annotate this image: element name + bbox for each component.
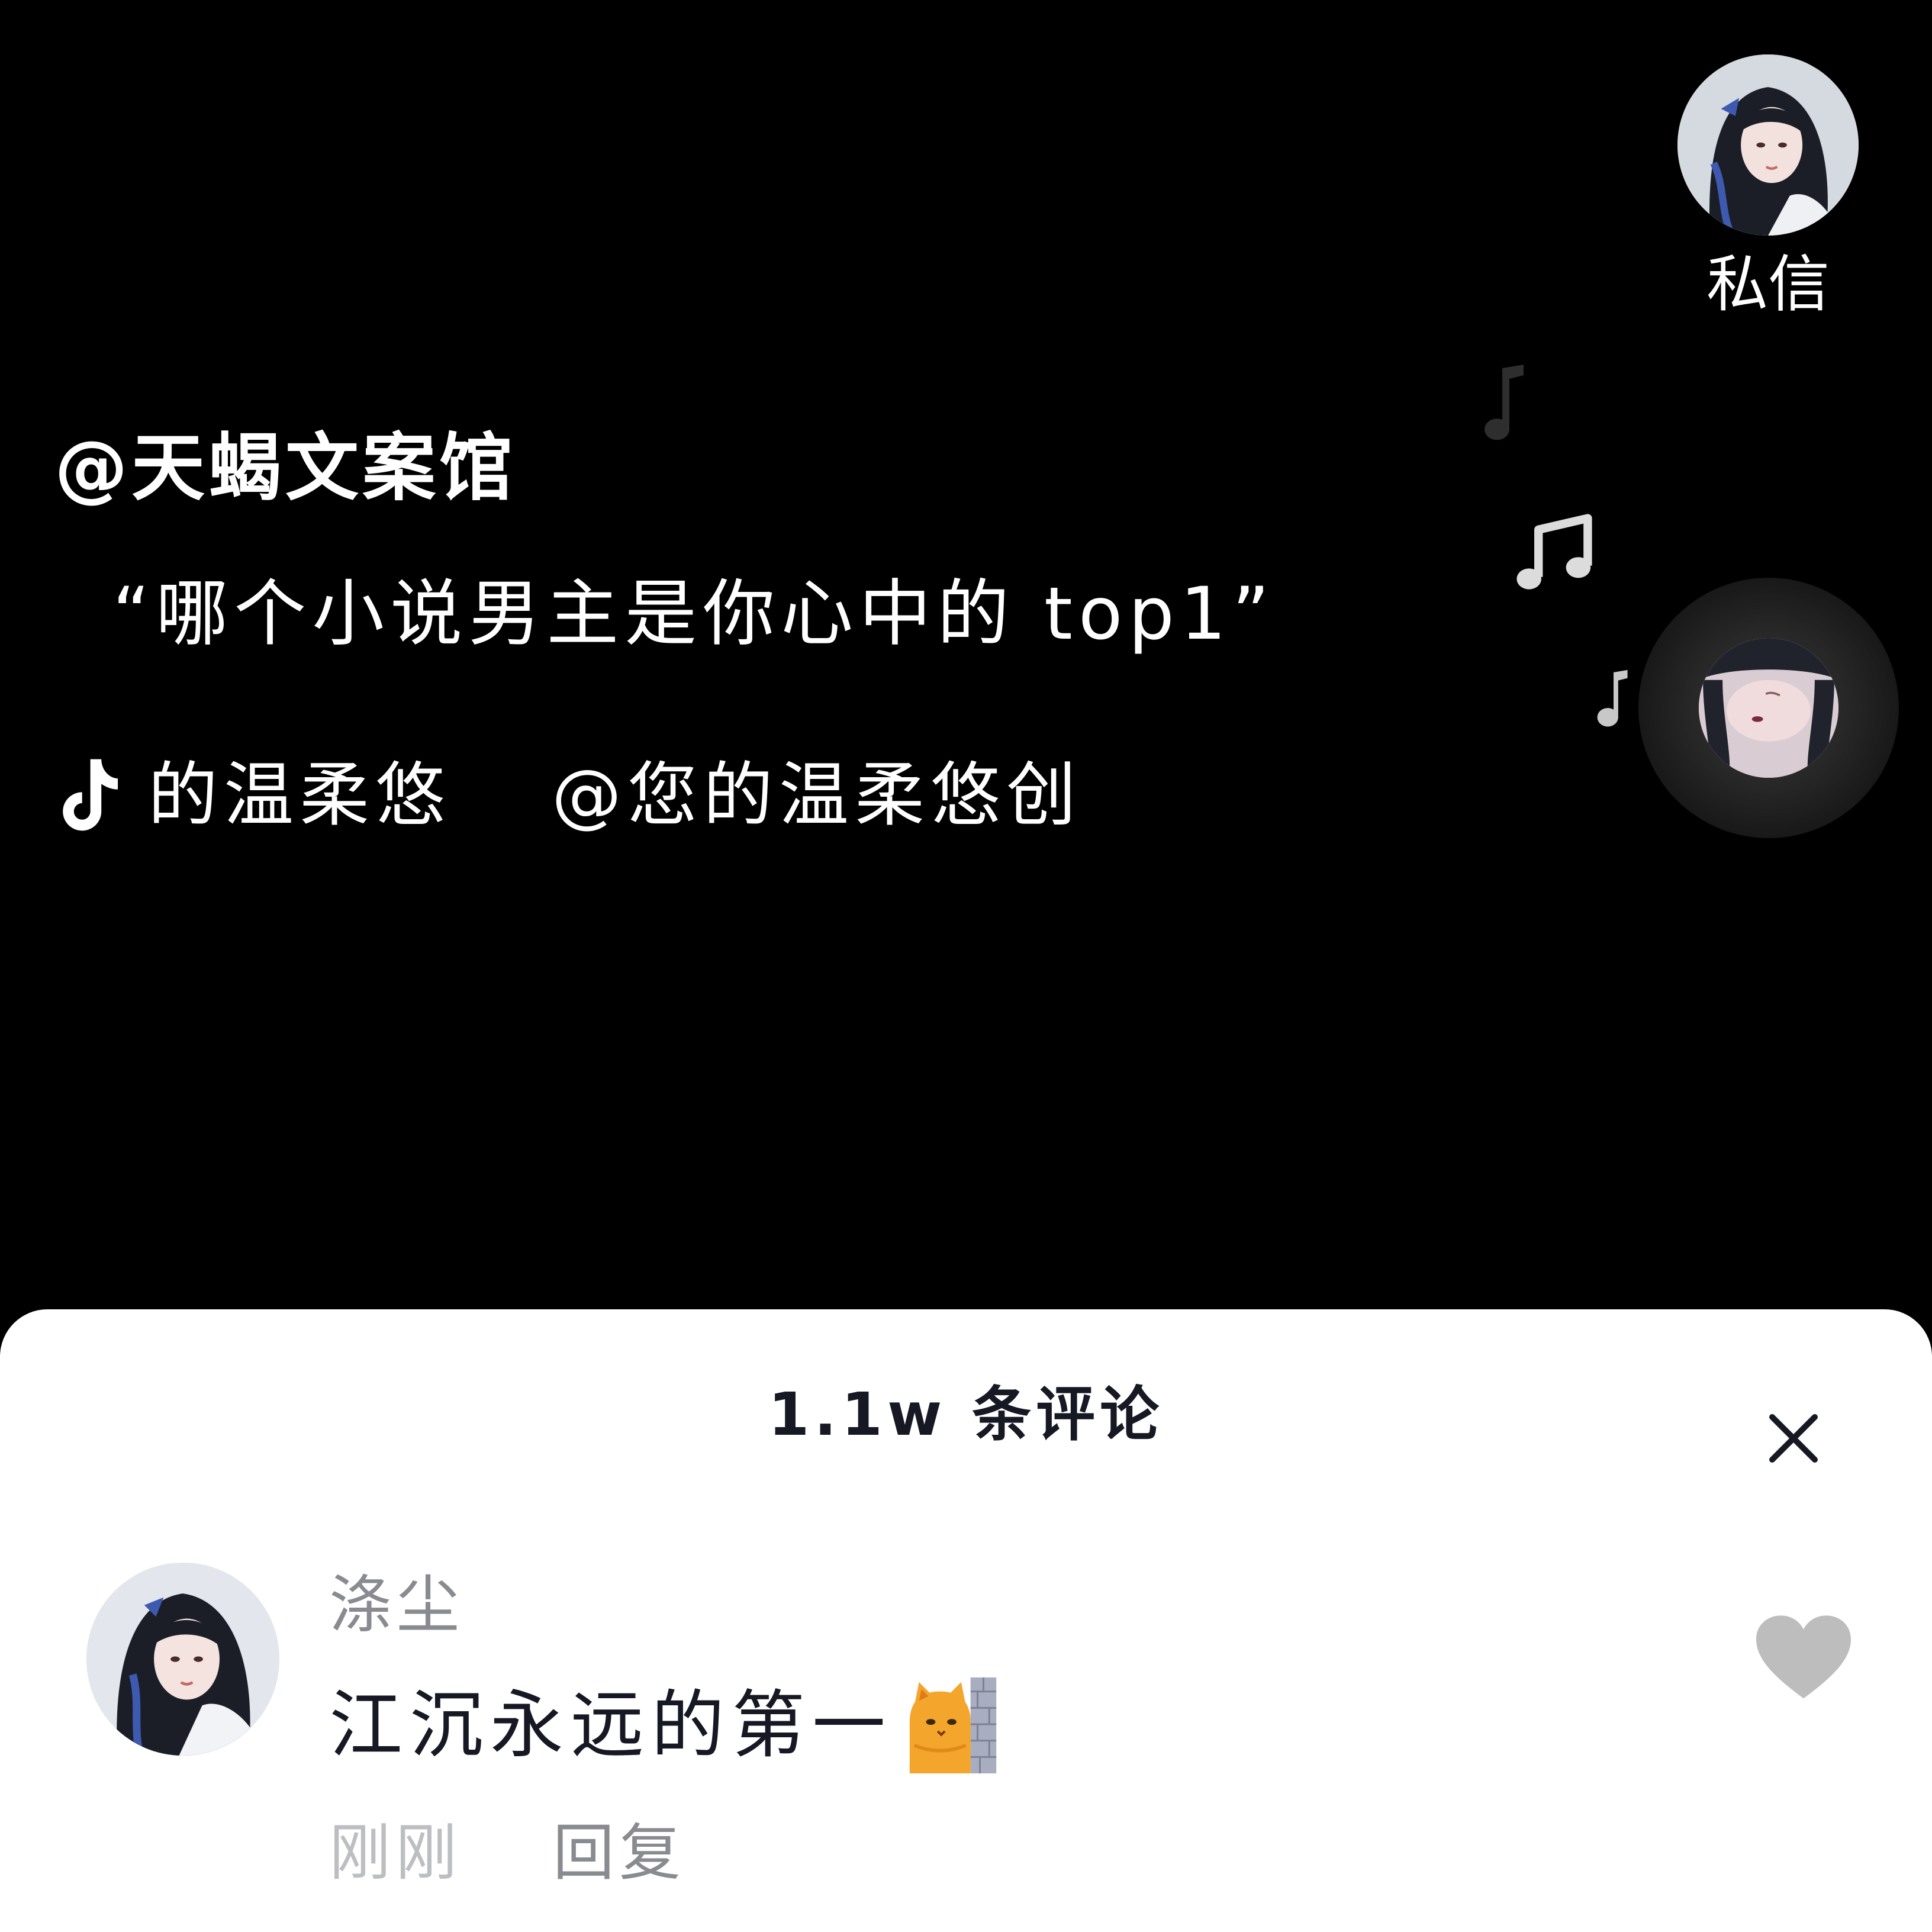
video-player[interactable]: 私信 @天蝎文案馆 “哪个小说男主是你心中的 top1” 的温柔悠 @您的温柔悠…: [0, 0, 1932, 1932]
music-name: 的温柔悠: [148, 754, 452, 836]
video-author[interactable]: @天蝎文案馆: [54, 424, 516, 513]
music-note-icon: [1516, 514, 1592, 590]
music-disc-cover: [1699, 638, 1838, 778]
comment-body: 江沉永远的第一: [329, 1683, 893, 1768]
cat-behind-wall-emoji-icon: [909, 1677, 997, 1774]
reply-button[interactable]: 回复: [553, 1811, 685, 1894]
music-info[interactable]: 的温柔悠 @您的温柔悠创: [54, 751, 1082, 839]
comment-time: 刚刚: [329, 1817, 462, 1889]
close-button[interactable]: [1764, 1409, 1823, 1468]
dm-avatar[interactable]: [1677, 54, 1859, 236]
comment-avatar[interactable]: [86, 1563, 279, 1756]
comments-count-title: 1.1w 条评论: [768, 1380, 1164, 1449]
like-button[interactable]: [1753, 1614, 1854, 1702]
anime-girl-avatar-icon: [86, 1563, 279, 1756]
music-origin[interactable]: @您的温柔悠创: [552, 751, 1082, 839]
close-icon[interactable]: [1764, 1409, 1823, 1468]
dm-label[interactable]: 私信: [1677, 249, 1859, 320]
video-caption: “哪个小说男主是你心中的 top1”: [112, 572, 1276, 656]
anime-girl-avatar-icon: [1677, 54, 1859, 236]
comment-username[interactable]: 涤尘: [329, 1564, 464, 1647]
tiktok-note-icon: [63, 759, 118, 831]
disc-cover-art-icon: [1699, 638, 1838, 778]
small-music-note-icon: [1597, 669, 1628, 727]
heart-icon[interactable]: [1753, 1614, 1854, 1702]
faint-music-note-icon: [1485, 365, 1524, 440]
comment-text: 江沉永远的第一: [329, 1675, 999, 1776]
